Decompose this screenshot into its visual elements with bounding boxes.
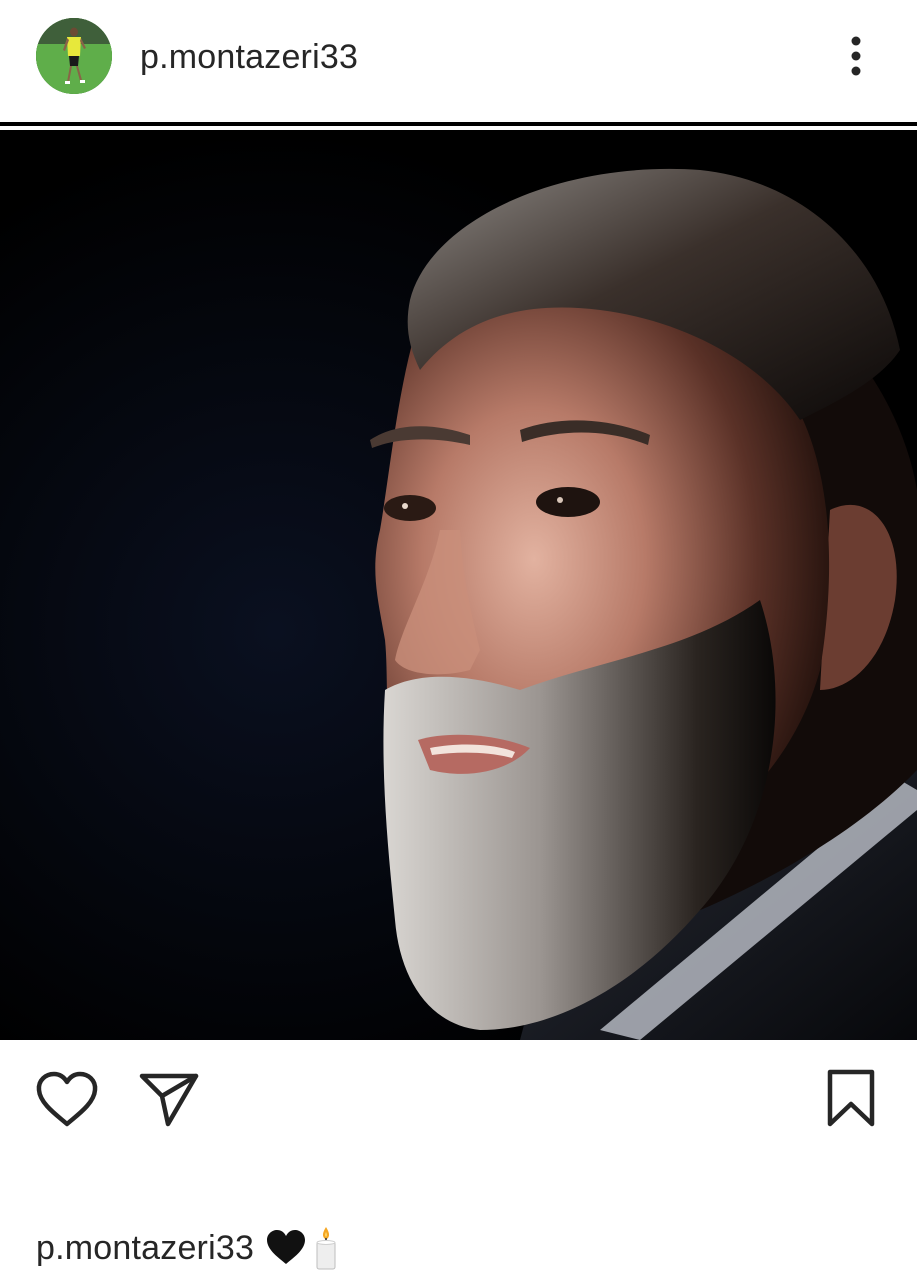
- post-actions-bar: [0, 1040, 917, 1170]
- heart-outline-icon: [36, 1071, 98, 1127]
- post-caption: p.montazeri33: [36, 1224, 340, 1272]
- paper-plane-icon: [139, 1073, 199, 1127]
- avatar[interactable]: [36, 18, 112, 94]
- save-button[interactable]: [822, 1068, 880, 1130]
- bookmark-outline-icon: [827, 1069, 875, 1127]
- avatar-photo-icon: [36, 18, 112, 94]
- header-divider: [0, 122, 917, 126]
- post-header: p.montazeri33: [0, 0, 917, 126]
- post-username[interactable]: p.montazeri33: [140, 37, 358, 77]
- candle-icon: [316, 1227, 336, 1270]
- caption-username[interactable]: p.montazeri33: [36, 1228, 254, 1268]
- more-options-button[interactable]: [836, 30, 876, 82]
- like-button[interactable]: [34, 1070, 100, 1130]
- caption-emojis: [264, 1225, 340, 1271]
- share-button[interactable]: [138, 1070, 200, 1130]
- post-photo[interactable]: [0, 130, 917, 1040]
- more-vertical-icon: [851, 36, 861, 76]
- black-heart-icon: [267, 1230, 306, 1264]
- portrait-photo: [0, 130, 917, 1040]
